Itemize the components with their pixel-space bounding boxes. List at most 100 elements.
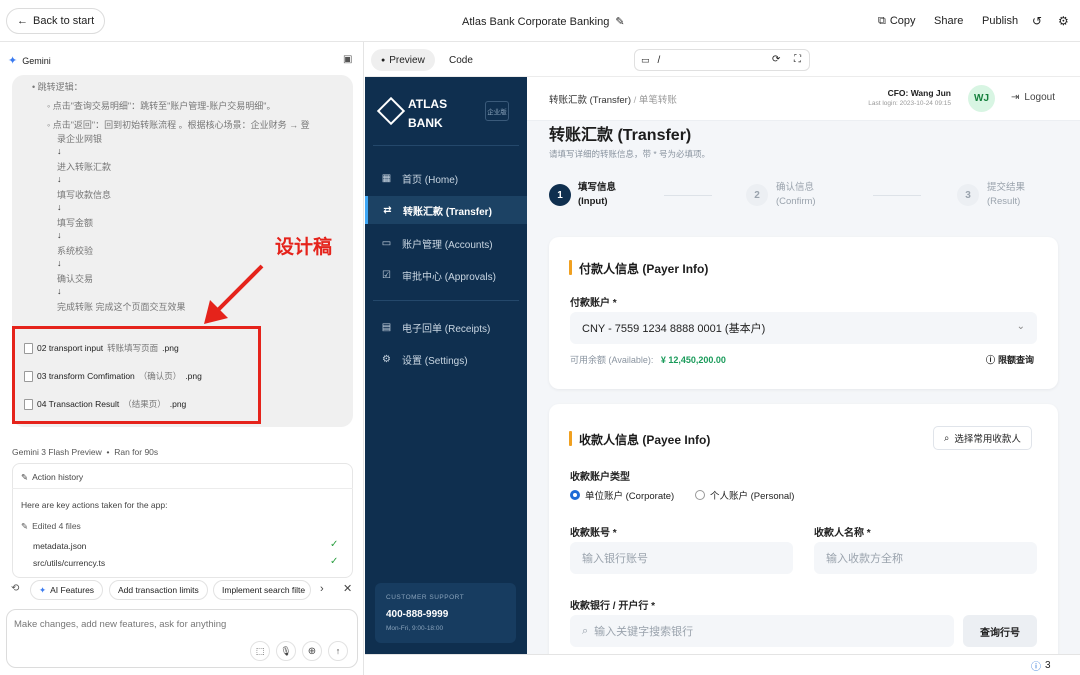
project-title: Atlas Bank Corporate Banking ✎ (462, 15, 625, 29)
info-circle-icon: ⓘ (986, 355, 996, 365)
tab-preview[interactable]: ● Preview (371, 49, 435, 71)
logout-button[interactable]: ⇥ Logout (1011, 92, 1055, 103)
edition-badge: 企业版 (485, 101, 509, 121)
flow-arrow: ↓ (57, 230, 62, 240)
account-name-input[interactable]: 输入收款方全称 (814, 542, 1037, 574)
bank-app-preview: ATLAS BANK 企业版 ▦ 首页 (Home) ⇄ 转账汇款 (Trans… (365, 77, 1080, 654)
edit-note-icon: ✎ (21, 472, 29, 482)
brand-line-1: ATLAS (408, 97, 448, 111)
prompt-input[interactable] (6, 609, 358, 668)
reload-icon[interactable]: ⟳ (772, 54, 780, 65)
limit-query-link[interactable]: ⓘ 限额查询 (986, 353, 1034, 366)
support-card: CUSTOMER SUPPORT 400-888-9999 Mon-Fri, 9… (375, 583, 516, 643)
clipboard-check-icon: ☑ (382, 269, 391, 281)
wallet-icon: ▭ (381, 237, 392, 249)
step-subtitle: (Result) (987, 196, 1021, 207)
sidebar-item-transfer[interactable]: ⇄ 转账汇款 (Transfer) (365, 196, 527, 224)
payer-account-label: 付款账户 * (570, 298, 617, 309)
issues-indicator[interactable]: ⓘ 3 (1031, 658, 1051, 673)
gemini-sparkle-icon: ✦ (8, 55, 18, 67)
add-circle-icon[interactable]: ⊕ (302, 641, 322, 661)
edited-file: metadata.json (33, 541, 87, 551)
fullscreen-icon[interactable]: ⛶ (794, 54, 801, 65)
settings-gear-icon[interactable]: ⚙ (1058, 14, 1069, 28)
avatar[interactable]: WJ (968, 85, 995, 112)
account-number-input[interactable]: 输入银行账号 (570, 542, 793, 574)
url-text: / (657, 54, 661, 66)
back-to-start-button[interactable]: ← Back to start (6, 8, 106, 34)
home-grid-icon: ▦ (381, 172, 392, 184)
sidebar-item-label: 电子回单 (Receipts) (402, 323, 491, 335)
flow-step: 进入转账汇款 (57, 162, 112, 172)
history-icon[interactable]: ↺ (1032, 14, 1042, 28)
step-number-active: 1 (549, 184, 571, 206)
publish-label: Publish (982, 15, 1019, 27)
sidebar-item-home[interactable]: ▦ 首页 (Home) (365, 164, 527, 192)
tab-code-label: Code (449, 54, 473, 66)
bank-search-input[interactable]: ⌕ 输入关键字搜索银行 (570, 615, 954, 647)
breadcrumb: 转账汇款 (Transfer) / 单笔转账 (549, 95, 677, 106)
chip-icon[interactable]: ▣ (343, 54, 352, 65)
payer-account-select[interactable]: CNY - 7559 1234 8888 0001 (基本户) ⌄ (570, 312, 1037, 344)
sidebar-item-settings[interactable]: ⚙ 设置 (Settings) (365, 345, 527, 373)
run-info: Gemini 3 Flash Preview • Ran for 90s (12, 447, 159, 457)
divider (12, 488, 353, 489)
suggestion-chip[interactable]: Implement search filte (213, 580, 311, 600)
suggestion-chip[interactable]: Add transaction limits (109, 580, 208, 600)
sidebar-item-receipts[interactable]: ▤ 电子回单 (Receipts) (365, 313, 527, 341)
pencil-icon[interactable]: ✎ (615, 15, 624, 28)
choose-payee-button[interactable]: ⌕ 选择常用收款人 (933, 426, 1032, 450)
sparkle-icon: ✦ (39, 584, 47, 595)
breadcrumb-item[interactable]: 转账汇款 (Transfer) (549, 95, 631, 106)
screenshot-select-icon[interactable]: ⬚ (250, 641, 270, 661)
flow-step: 系统校验 (57, 246, 94, 256)
action-history-header[interactable]: ✎ Action history (21, 472, 83, 483)
logout-icon: ⇥ (1011, 92, 1020, 103)
step-label: 确认信息 (Confirm) (776, 181, 816, 209)
tab-preview-label: Preview (389, 54, 425, 66)
bank-query-button[interactable]: 查询行号 (963, 615, 1037, 647)
main-content: 转账汇款 (Transfer) / 单笔转账 CFO: Wang Jun Las… (527, 77, 1080, 654)
user-name: CFO: Wang Jun (887, 88, 951, 98)
step-connector (664, 195, 712, 196)
account-name-placeholder: 输入收款方全称 (826, 553, 903, 565)
user-info: CFO: Wang Jun Last login: 2023-10-24 09:… (837, 88, 951, 107)
model-header: ✦ Gemini (8, 54, 51, 67)
edited-file: src/utils/currency.ts (33, 558, 106, 568)
close-icon[interactable]: ✕ (343, 582, 352, 595)
support-hours: Mon-Fri, 9:00-18:00 (386, 625, 444, 632)
search-icon: ⌕ (582, 624, 589, 637)
choose-payee-label: 选择常用收款人 (954, 434, 1021, 445)
suggestion-label: AI Features (50, 585, 95, 595)
flow-step: 完成转账 完成这个页面交互效果 (57, 302, 186, 312)
copy-button[interactable]: ⧉ Copy (870, 8, 924, 34)
chat-panel: ✦ Gemini ▣ • 跳转逻辑： ◦ 点击"查询交易明细"：跳转至"账户管理… (0, 42, 364, 675)
radio-personal[interactable]: 个人账户 (Personal) (695, 488, 794, 502)
dot-icon: ● (381, 56, 386, 64)
sidebar: ATLAS BANK 企业版 ▦ 首页 (Home) ⇄ 转账汇款 (Trans… (365, 77, 527, 654)
sidebar-item-accounts[interactable]: ▭ 账户管理 (Accounts) (365, 229, 527, 257)
brand-line-2: BANK (408, 116, 443, 130)
bullet-heading-text: 跳转逻辑： (37, 82, 83, 92)
sidebar-item-approvals[interactable]: ☑ 审批中心 (Approvals) (365, 261, 527, 289)
sub-bullet-1: ◦ 点击"查询交易明细"：跳转至"账户管理-账户交易明细"。 (47, 101, 276, 111)
send-arrow-icon[interactable]: ↑ (328, 641, 348, 661)
chevron-right-icon[interactable]: › (320, 583, 324, 595)
bank-label: 收款银行 / 开户行 * (570, 601, 656, 612)
step-label: 提交结果 (Result) (987, 181, 1025, 209)
account-name-label: 收款人名称 * (814, 528, 871, 539)
radio-corporate[interactable]: 单位账户 (Corporate) (570, 488, 674, 502)
refresh-suggestions-icon[interactable]: ⟲ (11, 583, 19, 594)
publish-button[interactable]: Publish (974, 8, 1026, 34)
flow-arrow: ↓ (57, 286, 62, 296)
tab-code[interactable]: Code (439, 49, 483, 71)
share-button[interactable]: Share (926, 8, 971, 34)
microphone-icon[interactable]: 🎙 (276, 641, 296, 661)
bank-search-placeholder: 输入关键字搜索银行 (594, 626, 694, 638)
suggestion-chip-ai-features[interactable]: ✦ AI Features (30, 580, 104, 600)
last-login: Last login: 2023-10-24 09:15 (868, 100, 951, 107)
balance-row: 可用余额 (Available): ¥ 12,450,200.00 (570, 353, 726, 366)
url-bar[interactable]: ▭ / (634, 49, 810, 71)
sub-bullet-2: ◦ 点击"返回"：回到初始转账流程 。根据核心场景：企业财务 → 登 (47, 120, 310, 130)
project-title-text: Atlas Bank Corporate Banking (462, 15, 610, 28)
